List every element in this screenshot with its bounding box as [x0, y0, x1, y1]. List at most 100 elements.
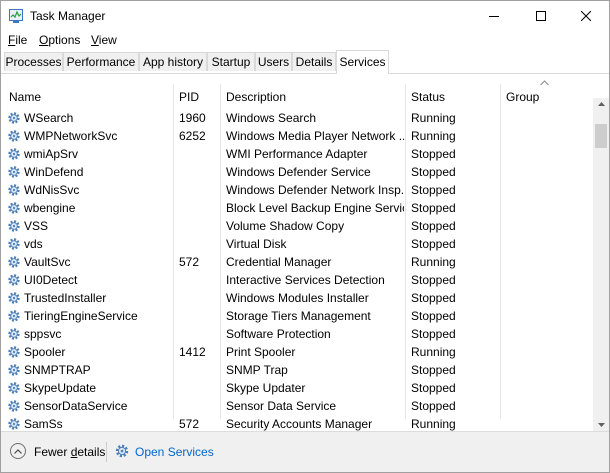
- table-row[interactable]: SensorDataService Sensor Data Service Stop…: [1, 397, 593, 415]
- service-description: Windows Search: [226, 111, 317, 125]
- gear-icon: [8, 256, 20, 268]
- gear-icon: [8, 130, 20, 142]
- gear-icon: [8, 328, 20, 340]
- table-row[interactable]: Spooler 1412 Print Spooler Running: [1, 343, 593, 361]
- chevron-up-circle-icon[interactable]: [10, 443, 26, 459]
- service-description: Sensor Data Service: [226, 399, 337, 413]
- service-description: Security Accounts Manager: [226, 417, 373, 431]
- open-services-link[interactable]: Open Services: [135, 445, 214, 459]
- service-description: Windows Defender Service: [226, 165, 371, 179]
- menu-options[interactable]: Options: [39, 33, 80, 47]
- column-header-group[interactable]: Group: [506, 90, 539, 104]
- service-description: Print Spooler: [226, 345, 296, 359]
- gear-icon: [8, 112, 20, 124]
- scrollbar-thumb[interactable]: [595, 124, 607, 148]
- scroll-up-button[interactable]: [593, 98, 609, 110]
- scroll-up-icon: [597, 102, 605, 106]
- table-row[interactable]: wbengine Block Level Backup Engine Servic…: [1, 199, 593, 217]
- service-description: Volume Shadow Copy: [226, 219, 345, 233]
- table-row[interactable]: UI0Detect Interactive Services Detection S…: [1, 271, 593, 289]
- tab-startup[interactable]: Startup: [207, 52, 255, 71]
- tab-users[interactable]: Users: [255, 52, 292, 71]
- menu-bar: File Options View: [1, 31, 609, 49]
- column-header-status[interactable]: Status: [411, 90, 445, 104]
- menu-file[interactable]: File: [8, 33, 27, 47]
- table-row[interactable]: WdNisSvc Windows Defender Network Insp...…: [1, 181, 593, 199]
- vertical-scrollbar[interactable]: [593, 98, 609, 431]
- table-row[interactable]: sppsvc Software Protection Stopped: [1, 325, 593, 343]
- service-name: SkypeUpdate: [24, 381, 97, 395]
- service-description: Block Level Backup Engine Service: [226, 201, 404, 215]
- minimize-button[interactable]: [471, 1, 517, 31]
- gear-icon: [8, 292, 20, 304]
- table-row[interactable]: VSS Volume Shadow Copy Stopped: [1, 217, 593, 235]
- tab-strip: Processes Performance App history Startu…: [1, 50, 609, 74]
- title-bar: Task Manager: [1, 1, 609, 31]
- table-row[interactable]: WMPNetworkSvc 6252 Windows Media Player Ne…: [1, 127, 593, 145]
- service-status: Stopped: [411, 201, 456, 215]
- service-name: VSS: [24, 219, 49, 233]
- service-status: Stopped: [411, 165, 456, 179]
- tab-details[interactable]: Details: [292, 52, 336, 71]
- tab-processes[interactable]: Processes: [4, 52, 63, 71]
- column-header-description[interactable]: Description: [226, 90, 286, 104]
- tab-services[interactable]: Services: [336, 50, 389, 74]
- service-name: WSearch: [24, 111, 74, 125]
- service-name: SensorDataService: [24, 399, 128, 413]
- menu-view[interactable]: View: [91, 33, 117, 47]
- gear-icon: [8, 220, 20, 232]
- service-status: Running: [411, 111, 456, 125]
- gear-icon: [8, 148, 20, 160]
- service-status: Stopped: [411, 273, 456, 287]
- maximize-icon: [536, 11, 546, 21]
- gear-icon: [8, 166, 20, 178]
- table-row[interactable]: TrustedInstaller Windows Modules Installe…: [1, 289, 593, 307]
- maximize-button[interactable]: [518, 1, 564, 31]
- close-button[interactable]: [563, 1, 609, 31]
- footer-bar: Fewer details Open Services: [1, 431, 609, 472]
- table-row[interactable]: vds Virtual Disk Stopped: [1, 235, 593, 253]
- service-name: WMPNetworkSvc: [24, 129, 118, 143]
- gear-icon: [8, 382, 20, 394]
- service-name: WinDefend: [24, 165, 84, 179]
- service-description: Windows Defender Network Insp...: [226, 183, 404, 197]
- service-status: Running: [411, 345, 456, 359]
- service-status: Stopped: [411, 363, 456, 377]
- service-status: Stopped: [411, 381, 456, 395]
- service-status: Running: [411, 417, 456, 431]
- close-icon: [581, 11, 591, 21]
- service-name: wmiApSrv: [24, 147, 79, 161]
- fewer-details-button[interactable]: Fewer details: [34, 445, 105, 459]
- service-status: Stopped: [411, 147, 456, 161]
- service-name: SNMPTRAP: [24, 363, 91, 377]
- service-name: vds: [24, 237, 43, 251]
- table-row[interactable]: SNMPTRAP SNMP Trap Stopped: [1, 361, 593, 379]
- service-status: Stopped: [411, 183, 456, 197]
- services-list: Name PID Description Status Group WSearc…: [1, 74, 609, 431]
- tab-app-history[interactable]: App history: [139, 52, 207, 71]
- table-row[interactable]: SkypeUpdate Skype Updater Stopped: [1, 379, 593, 397]
- service-description: Windows Modules Installer: [226, 291, 369, 305]
- service-pid: 6252: [179, 129, 206, 143]
- table-row[interactable]: wmiApSrv WMI Performance Adapter Stopped: [1, 145, 593, 163]
- gear-icon: [8, 184, 20, 196]
- tab-performance[interactable]: Performance: [63, 52, 139, 71]
- column-header-name[interactable]: Name: [9, 90, 41, 104]
- services-gear-icon[interactable]: [114, 443, 130, 459]
- minimize-icon: [489, 16, 499, 17]
- table-row[interactable]: TieringEngineService Storage Tiers Manage…: [1, 307, 593, 325]
- scroll-down-button[interactable]: [593, 419, 609, 431]
- table-row[interactable]: WinDefend Windows Defender Service Stopped: [1, 163, 593, 181]
- gear-icon: [8, 202, 20, 214]
- table-row[interactable]: WSearch 1960 Windows Search Running: [1, 109, 593, 127]
- service-name: TieringEngineService: [24, 309, 138, 323]
- service-status: Stopped: [411, 219, 456, 233]
- task-manager-icon: [9, 9, 23, 23]
- service-status: Stopped: [411, 309, 456, 323]
- sort-ascending-icon: [540, 80, 549, 86]
- service-description: WMI Performance Adapter: [226, 147, 368, 161]
- table-row[interactable]: VaultSvc 572 Credential Manager Running: [1, 253, 593, 271]
- service-name: TrustedInstaller: [24, 291, 107, 305]
- gear-icon: [8, 274, 20, 286]
- column-header-pid[interactable]: PID: [179, 90, 199, 104]
